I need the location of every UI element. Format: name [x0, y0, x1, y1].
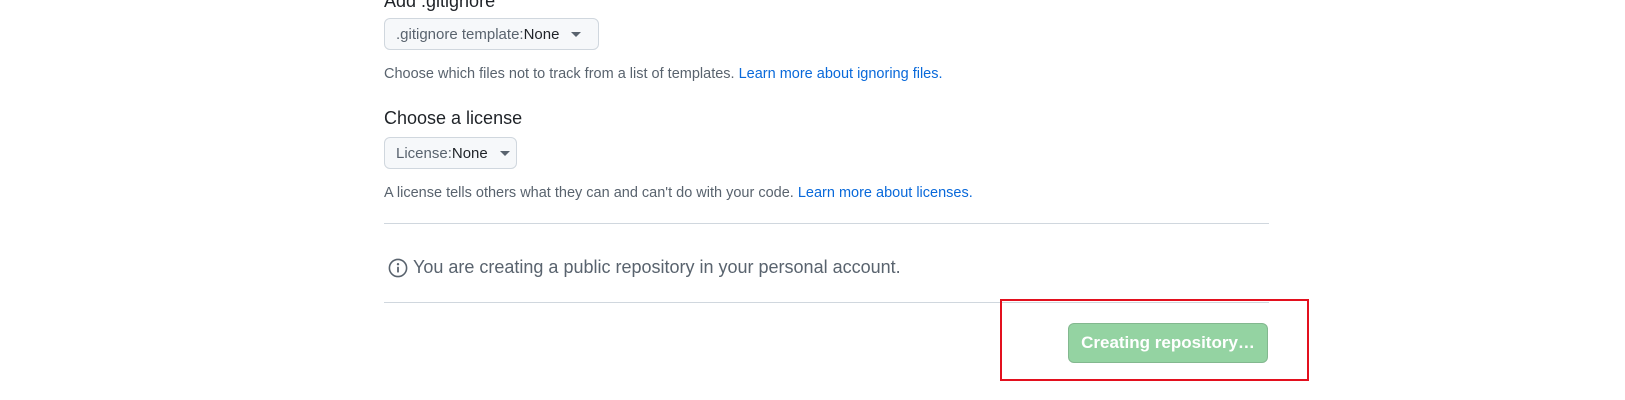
gitignore-template-select[interactable]: .gitignore template: None	[384, 18, 599, 50]
info-icon	[388, 258, 408, 277]
create-repository-button[interactable]: Creating repository…	[1068, 323, 1268, 363]
new-repository-form: Add .gitignore .gitignore template: None…	[0, 0, 1625, 400]
gitignore-help-text: Choose which files not to track from a l…	[384, 66, 943, 82]
gitignore-select-value: None	[523, 25, 560, 43]
caret-down-icon	[571, 31, 582, 37]
visibility-info: You are creating a public repository in …	[388, 257, 901, 278]
license-heading: Choose a license	[384, 108, 523, 128]
gitignore-help-description: Choose which files not to track from a l…	[384, 66, 739, 82]
gitignore-heading: Add .gitignore	[384, 0, 496, 11]
license-select-value: None	[451, 144, 488, 162]
section-divider	[384, 223, 1269, 224]
learn-licenses-link[interactable]: Learn more about licenses.	[798, 185, 973, 201]
learn-ignoring-files-link[interactable]: Learn more about ignoring files.	[739, 66, 943, 82]
license-help-text: A license tells others what they can and…	[384, 185, 973, 201]
license-select[interactable]: License: None	[384, 137, 517, 169]
license-select-label: License:	[396, 144, 452, 162]
visibility-info-text: You are creating a public repository in …	[413, 257, 901, 277]
gitignore-select-label: .gitignore template:	[396, 25, 524, 43]
caret-down-icon	[499, 150, 510, 156]
license-help-description: A license tells others what they can and…	[384, 185, 798, 201]
